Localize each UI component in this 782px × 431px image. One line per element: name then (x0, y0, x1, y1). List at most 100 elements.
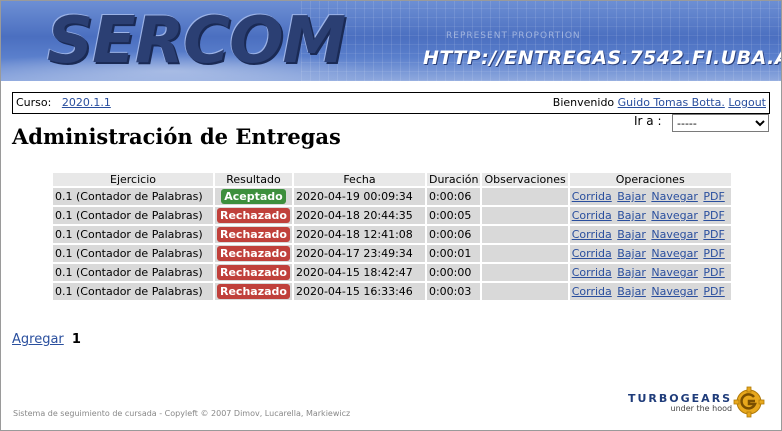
corrida-link[interactable]: Corrida (572, 228, 612, 241)
bajar-link[interactable]: Bajar (617, 266, 646, 279)
cell-operaciones: Corrida Bajar Navegar PDF (569, 264, 731, 281)
cell-fecha: 2020-04-15 18:42:47 (293, 264, 425, 281)
logout-link[interactable]: Logout (728, 96, 766, 109)
cell-duracion: 0:00:05 (426, 207, 481, 224)
cell-resultado: Rechazado (215, 226, 292, 243)
curso-label: Curso: (16, 96, 52, 109)
cell-duracion: 0:00:03 (426, 283, 481, 300)
table-row: 0.1 (Contador de Palabras) Rechazado 2020-… (53, 207, 731, 224)
goto-control: Ir a : ----- (634, 114, 769, 132)
pdf-link[interactable]: PDF (703, 247, 724, 260)
pdf-link[interactable]: PDF (703, 190, 724, 203)
cell-resultado: Rechazado (215, 264, 292, 281)
pdf-link[interactable]: PDF (703, 285, 724, 298)
corrida-link[interactable]: Corrida (572, 190, 612, 203)
status-badge: Aceptado (221, 189, 286, 204)
cell-ejercicio: 0.1 (Contador de Palabras) (53, 245, 213, 262)
cell-ejercicio: 0.1 (Contador de Palabras) (53, 264, 213, 281)
navegar-link[interactable]: Navegar (651, 228, 698, 241)
cell-observaciones (482, 188, 568, 205)
cell-resultado: Rechazado (215, 245, 292, 262)
page-title: Administración de Entregas (12, 124, 341, 149)
goto-select[interactable]: ----- (672, 114, 769, 132)
table-row: 0.1 (Contador de Palabras) Rechazado 2020-… (53, 264, 731, 281)
bajar-link[interactable]: Bajar (617, 228, 646, 241)
corrida-link[interactable]: Corrida (572, 285, 612, 298)
entregas-table: Ejercicio Resultado Fecha Duración Obser… (51, 171, 733, 302)
cell-operaciones: Corrida Bajar Navegar PDF (569, 245, 731, 262)
table-row: 0.1 (Contador de Palabras) Rechazado 2020-… (53, 226, 731, 243)
cell-resultado: Aceptado (215, 188, 292, 205)
gear-icon (733, 386, 765, 418)
cell-ejercicio: 0.1 (Contador de Palabras) (53, 207, 213, 224)
user-info: Bienvenido Guido Tomas Botta. Logout (553, 96, 766, 109)
cell-duracion: 0:00:01 (426, 245, 481, 262)
table-row: 0.1 (Contador de Palabras) Rechazado 2020-… (53, 245, 731, 262)
cell-operaciones: Corrida Bajar Navegar PDF (569, 207, 731, 224)
corrida-link[interactable]: Corrida (572, 247, 612, 260)
banner-faint-text: REPRESENT PROPORTION (446, 31, 581, 41)
status-badge: Rechazado (217, 246, 290, 261)
cell-fecha: 2020-04-18 20:44:35 (293, 207, 425, 224)
turbogears-logo: TURBOGEARS under the hood (628, 392, 732, 413)
status-badge: Rechazado (217, 284, 290, 299)
navegar-link[interactable]: Navegar (651, 285, 698, 298)
pager: Agregar 1 (12, 332, 81, 347)
col-resultado: Resultado (215, 173, 292, 186)
table-header-row: Ejercicio Resultado Fecha Duración Obser… (53, 173, 731, 186)
pdf-link[interactable]: PDF (703, 228, 724, 241)
cell-fecha: 2020-04-18 12:41:08 (293, 226, 425, 243)
bajar-link[interactable]: Bajar (617, 190, 646, 203)
cell-observaciones (482, 283, 568, 300)
table-row: 0.1 (Contador de Palabras) Rechazado 2020-… (53, 283, 731, 300)
goto-label: Ir a : (634, 114, 662, 128)
col-observaciones: Observaciones (482, 173, 568, 186)
user-bar: Curso: 2020.1.1 Bienvenido Guido Tomas B… (12, 92, 770, 114)
cell-operaciones: Corrida Bajar Navegar PDF (569, 226, 731, 243)
navegar-link[interactable]: Navegar (651, 209, 698, 222)
corrida-link[interactable]: Corrida (572, 266, 612, 279)
pdf-link[interactable]: PDF (703, 209, 724, 222)
curso-link[interactable]: 2020.1.1 (62, 96, 111, 109)
status-badge: Rechazado (217, 208, 290, 223)
cell-duracion: 0:00:06 (426, 226, 481, 243)
footer-text: Sistema de seguimiento de cursada - Copy… (13, 409, 351, 418)
col-duracion: Duración (426, 173, 481, 186)
agregar-link[interactable]: Agregar (12, 332, 64, 347)
status-badge: Rechazado (217, 265, 290, 280)
bajar-link[interactable]: Bajar (617, 209, 646, 222)
cell-operaciones: Corrida Bajar Navegar PDF (569, 283, 731, 300)
cell-fecha: 2020-04-17 23:49:34 (293, 245, 425, 262)
current-page: 1 (71, 332, 81, 347)
welcome-label: Bienvenido (552, 96, 615, 109)
header-banner: SERCOM REPRESENT PROPORTION HTTP://ENTRE… (1, 1, 781, 81)
cell-resultado: Rechazado (215, 283, 292, 300)
cell-observaciones (482, 245, 568, 262)
navegar-link[interactable]: Navegar (651, 190, 698, 203)
status-badge: Rechazado (217, 227, 290, 242)
site-url: HTTP://ENTREGAS.7542.FI.UBA.AR (423, 47, 781, 69)
cell-observaciones (482, 207, 568, 224)
cell-observaciones (482, 226, 568, 243)
user-name-link[interactable]: Guido Tomas Botta. (618, 96, 725, 109)
navegar-link[interactable]: Navegar (651, 247, 698, 260)
turbogears-tagline: under the hood (670, 404, 733, 413)
table-row: 0.1 (Contador de Palabras) Aceptado 2020-0… (53, 188, 731, 205)
navegar-link[interactable]: Navegar (651, 266, 698, 279)
cell-duracion: 0:00:00 (426, 264, 481, 281)
col-fecha: Fecha (293, 173, 425, 186)
cell-ejercicio: 0.1 (Contador de Palabras) (53, 226, 213, 243)
pdf-link[interactable]: PDF (703, 266, 724, 279)
bajar-link[interactable]: Bajar (617, 285, 646, 298)
col-operaciones: Operaciones (569, 173, 731, 186)
cell-observaciones (482, 264, 568, 281)
cell-ejercicio: 0.1 (Contador de Palabras) (53, 283, 213, 300)
bajar-link[interactable]: Bajar (617, 247, 646, 260)
sercom-logo: SERCOM (47, 4, 346, 78)
cell-ejercicio: 0.1 (Contador de Palabras) (53, 188, 213, 205)
corrida-link[interactable]: Corrida (572, 209, 612, 222)
cell-resultado: Rechazado (215, 207, 292, 224)
cell-fecha: 2020-04-15 16:33:46 (293, 283, 425, 300)
cell-operaciones: Corrida Bajar Navegar PDF (569, 188, 731, 205)
curso-info: Curso: 2020.1.1 (16, 96, 111, 109)
